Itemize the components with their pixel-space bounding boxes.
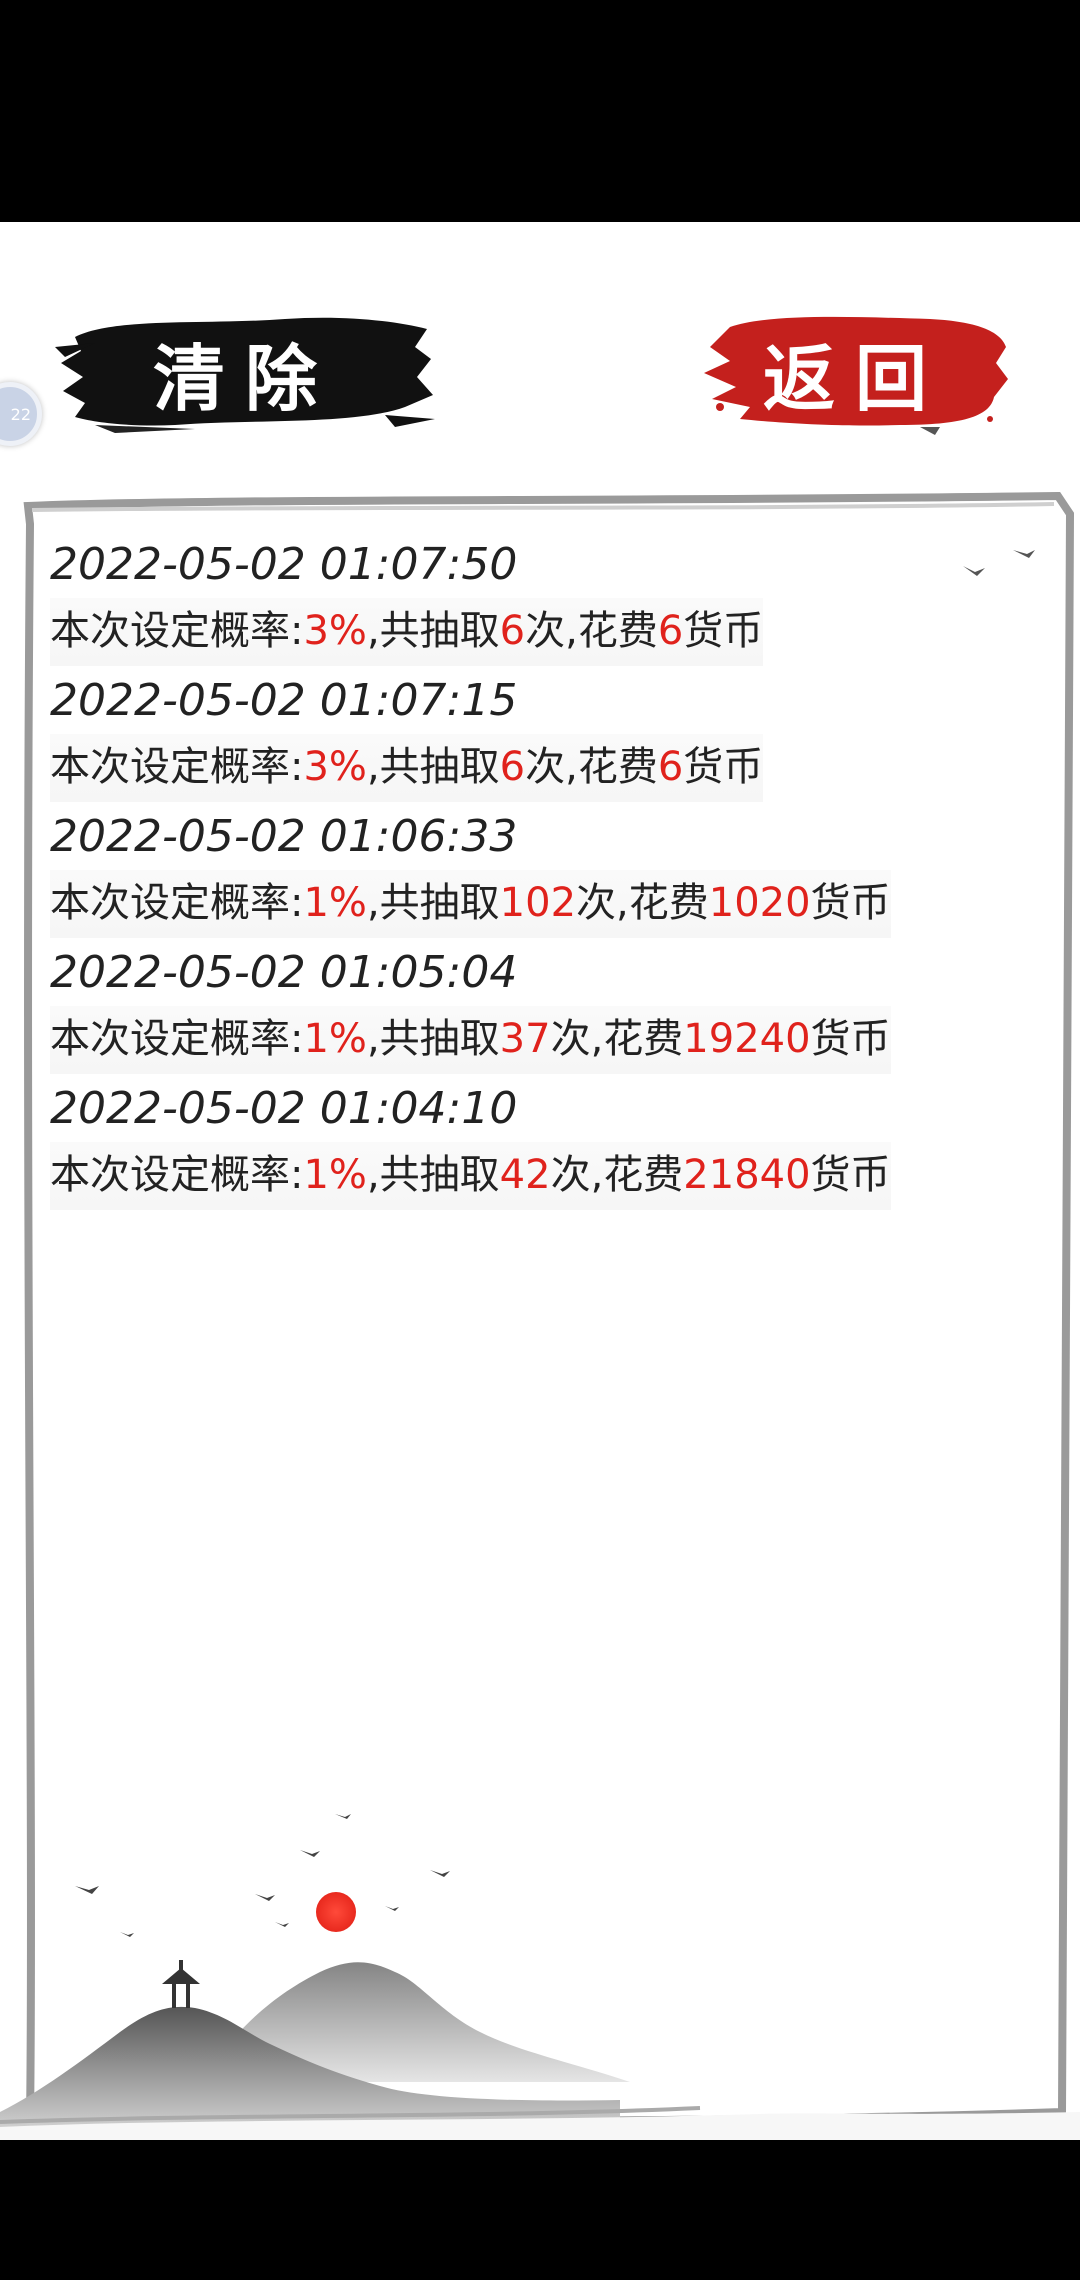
record-cost: 1020 [708,880,811,926]
history-record: 2022-05-02 01:06:33 本次设定概率:1%,共抽取102次,花费… [50,804,970,938]
clear-button[interactable]: 清除 [55,307,435,437]
status-bar-area [0,0,1080,222]
record-summary: 本次设定概率:1%,共抽取42次,花费21840货币 [50,1142,891,1210]
bird-icon [1013,550,1035,558]
record-timestamp: 2022-05-02 01:07:15 [50,675,518,726]
record-summary: 本次设定概率:3%,共抽取6次,花费6货币 [50,598,764,666]
bird-icon [385,1906,399,1911]
record-cost: 6 [657,744,684,790]
record-cost: 21840 [683,1152,811,1198]
clear-button-label: 清除 [152,335,337,421]
record-draws: 42 [499,1152,551,1198]
record-cost: 6 [657,608,684,654]
record-summary: 本次设定概率:1%,共抽取37次,花费19240货币 [50,1006,891,1074]
record-rate: 1% [303,880,367,926]
record-draws: 6 [499,608,526,654]
record-timestamp: 2022-05-02 01:06:33 [50,811,518,862]
app-root: 清除 返回 22 2022-05-02 01:07:50 本次设定概率:3%,共… [0,0,1080,2280]
bird-icon [335,1814,351,1819]
record-rate: 3% [303,608,367,654]
back-button-label: 返回 [762,335,947,421]
navigation-bar-area [0,2140,1080,2280]
record-summary: 本次设定概率:1%,共抽取102次,花费1020货币 [50,870,891,938]
record-timestamp: 2022-05-02 01:05:04 [50,947,518,998]
record-rate: 3% [303,744,367,790]
record-summary: 本次设定概率:3%,共抽取6次,花费6货币 [50,734,764,802]
record-timestamp: 2022-05-02 01:04:10 [50,1083,518,1134]
record-rate: 1% [303,1152,367,1198]
back-button[interactable]: 返回 [700,307,1010,437]
record-draws: 102 [499,880,577,926]
history-record: 2022-05-02 01:04:10 本次设定概率:1%,共抽取42次,花费2… [50,1076,970,1210]
history-record: 2022-05-02 01:05:04 本次设定概率:1%,共抽取37次,花费1… [50,940,970,1074]
record-draws: 37 [499,1016,551,1062]
record-timestamp: 2022-05-02 01:07:50 [50,539,518,590]
bird-icon [120,1932,134,1937]
record-cost: 19240 [683,1016,811,1062]
floating-ball-text: 22 [10,404,31,424]
history-record: 2022-05-02 01:07:15 本次设定概率:3%,共抽取6次,花费6货… [50,668,970,802]
bird-icon [275,1922,289,1927]
sun-icon [316,1892,356,1932]
ink-landscape-decoration [0,1814,1080,2140]
history-screen: 清除 返回 22 2022-05-02 01:07:50 本次设定概率:3%,共… [0,222,1080,2140]
bird-icon [75,1886,99,1894]
history-record: 2022-05-02 01:07:50 本次设定概率:3%,共抽取6次,花费6货… [50,532,970,666]
bird-icon [255,1894,275,1901]
draw-history-list: 2022-05-02 01:07:50 本次设定概率:3%,共抽取6次,花费6货… [50,532,970,1212]
record-rate: 1% [303,1016,367,1062]
pavilion-icon [162,1960,200,2008]
bird-icon [300,1850,320,1857]
bird-icon [430,1870,450,1877]
record-draws: 6 [499,744,526,790]
floating-assistant-ball[interactable]: 22 [0,382,42,446]
